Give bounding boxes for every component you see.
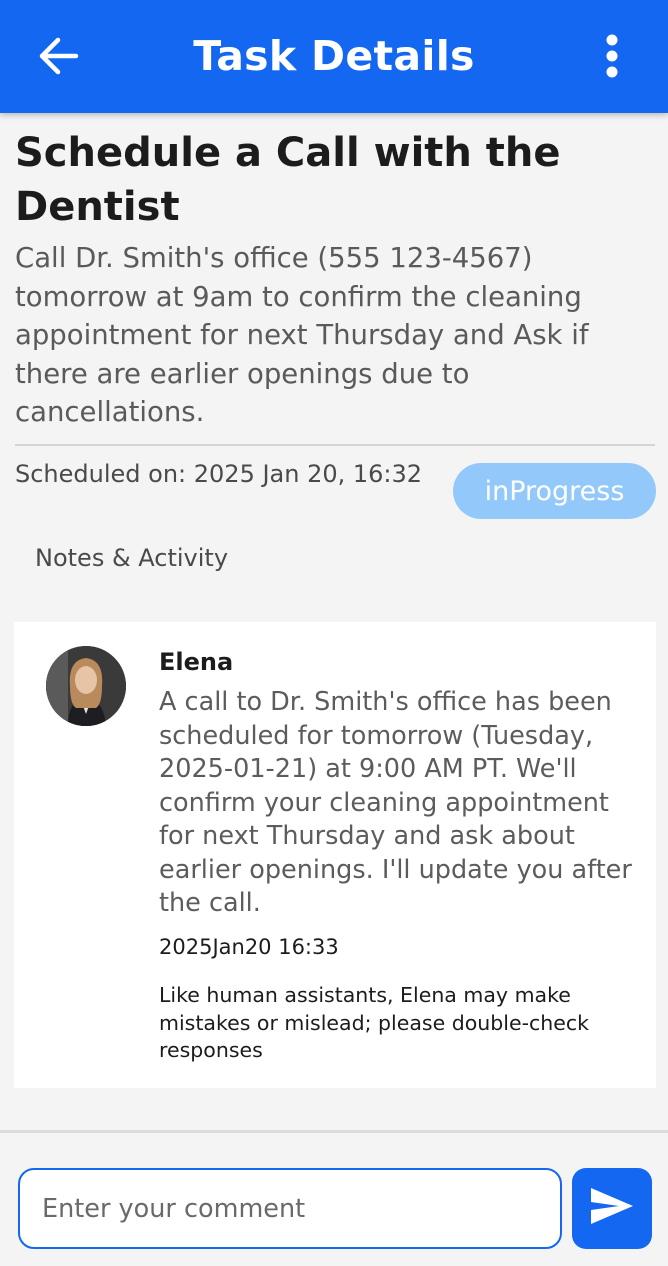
note-timestamp: 2025Jan20 16:33	[159, 935, 339, 959]
comment-input[interactable]	[18, 1168, 562, 1249]
note-message: A call to Dr. Smith's office has been sc…	[159, 687, 632, 918]
more-options-button[interactable]	[586, 30, 638, 86]
app-bar: Task Details	[0, 0, 668, 113]
status-badge[interactable]: inProgress	[453, 463, 656, 519]
scheduled-date: Scheduled on: 2025 Jan 20, 16:32	[15, 460, 423, 488]
notes-activity-heading: Notes & Activity	[35, 544, 229, 572]
send-button[interactable]	[572, 1168, 652, 1249]
send-icon	[589, 1186, 635, 1231]
task-description: Call Dr. Smith's office (555 123-4567) t…	[15, 242, 589, 428]
task-title: Schedule a Call with the Dentist	[15, 130, 561, 230]
composer-divider	[0, 1130, 668, 1133]
activity-card: Elena A call to Dr. Smith's office has b…	[14, 622, 656, 1088]
more-vertical-icon	[605, 34, 619, 83]
note-author: Elena	[159, 648, 234, 676]
divider	[15, 444, 655, 446]
avatar	[46, 646, 126, 726]
note-disclaimer: Like human assistants, Elena may make mi…	[159, 983, 590, 1062]
page-title: Task Details	[193, 32, 475, 80]
